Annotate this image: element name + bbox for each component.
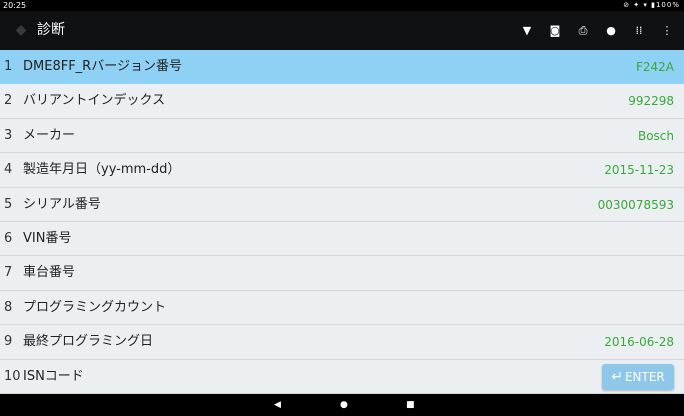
row-index: 8 (4, 299, 13, 315)
row-index: 3 (4, 127, 13, 143)
row-label: シリアル番号 (23, 196, 101, 212)
info-icon[interactable]: ● (604, 24, 618, 38)
title-bar: ◆ 診断 ▼ ◙ ⎙ ● ⁞⁞ ⋮ (0, 11, 684, 50)
row-label: 車台番号 (23, 265, 76, 281)
enter-arrow-icon: ↵ (611, 368, 623, 385)
list-item[interactable]: 6 VIN番号 (0, 221, 684, 257)
row-index: 2 (4, 93, 13, 109)
list-item[interactable]: 9 最終プログラミング日 2016-06-28 (0, 325, 684, 360)
camera-icon[interactable]: ◙ (548, 24, 562, 38)
list-item[interactable]: 4 製造年月日（yy-mm-dd） 2015-11-23 (0, 153, 684, 188)
home-icon[interactable]: ● (340, 394, 348, 416)
row-value: Bosch (637, 128, 674, 143)
print-icon[interactable]: ⎙ (576, 24, 590, 38)
list-item[interactable]: 1 DME8FF_Rバージョン番号 F242A (0, 50, 684, 85)
list-item[interactable]: 2 バリアントインデックス 992298 (0, 84, 684, 119)
row-value: 2016-06-28 (604, 335, 674, 350)
list-item[interactable]: 5 シリアル番号 0030078593 (0, 187, 684, 222)
wifi-icon[interactable]: ▼ (520, 24, 534, 38)
status-time: 20:25 (3, 1, 27, 10)
data-list: 1 DME8FF_Rバージョン番号 F242A 2 バリアントインデックス 99… (0, 50, 684, 394)
row-label: DME8FF_Rバージョン番号 (23, 59, 182, 74)
row-index: 7 (4, 265, 13, 281)
toolbar: ▼ ◙ ⎙ ● ⁞⁞ ⋮ (506, 11, 674, 50)
list-item[interactable]: 10 ISNコード ↵ ENTER (0, 359, 684, 394)
row-value: 0030078593 (597, 197, 674, 212)
row-index: 1 (4, 59, 13, 74)
enter-button-label: ENTER (624, 369, 665, 384)
status-bar: 20:25 ⊘ ✦ ▾ ▮100% (0, 0, 684, 11)
list-item[interactable]: 7 車台番号 (0, 256, 684, 291)
system-nav-bar: ◀ ● ■ (0, 394, 684, 416)
grid-icon[interactable]: ⁞⁞ (632, 24, 646, 38)
row-index: 5 (4, 196, 13, 212)
row-index: 4 (4, 162, 13, 178)
row-value: 992298 (628, 94, 674, 109)
row-index: 6 (4, 230, 13, 246)
back-icon[interactable]: ◀ (274, 394, 281, 416)
row-value: F242A (635, 60, 674, 74)
row-index: 9 (4, 334, 13, 350)
recents-icon[interactable]: ■ (406, 394, 415, 416)
row-index: 10 (4, 368, 21, 384)
row-label: バリアントインデックス (23, 93, 166, 109)
row-label: 製造年月日（yy-mm-dd） (23, 162, 181, 178)
row-label: プログラミングカウント (23, 299, 167, 315)
row-label: メーカー (23, 127, 76, 143)
page-title: 診断 (37, 22, 65, 38)
row-label: ISNコード (23, 368, 84, 384)
row-value: 2015-11-23 (604, 163, 674, 178)
enter-button[interactable]: ↵ ENTER (602, 363, 674, 390)
list-item[interactable]: 8 プログラミングカウント (0, 290, 684, 326)
row-label: 最終プログラミング日 (23, 334, 154, 350)
list-item[interactable]: 3 メーカー Bosch (0, 118, 684, 154)
row-label: VIN番号 (23, 230, 72, 246)
more-icon[interactable]: ⋮ (660, 24, 674, 38)
status-indicators: ⊘ ✦ ▾ ▮100% (623, 1, 680, 9)
app-logo-icon: ◆ (15, 22, 27, 38)
